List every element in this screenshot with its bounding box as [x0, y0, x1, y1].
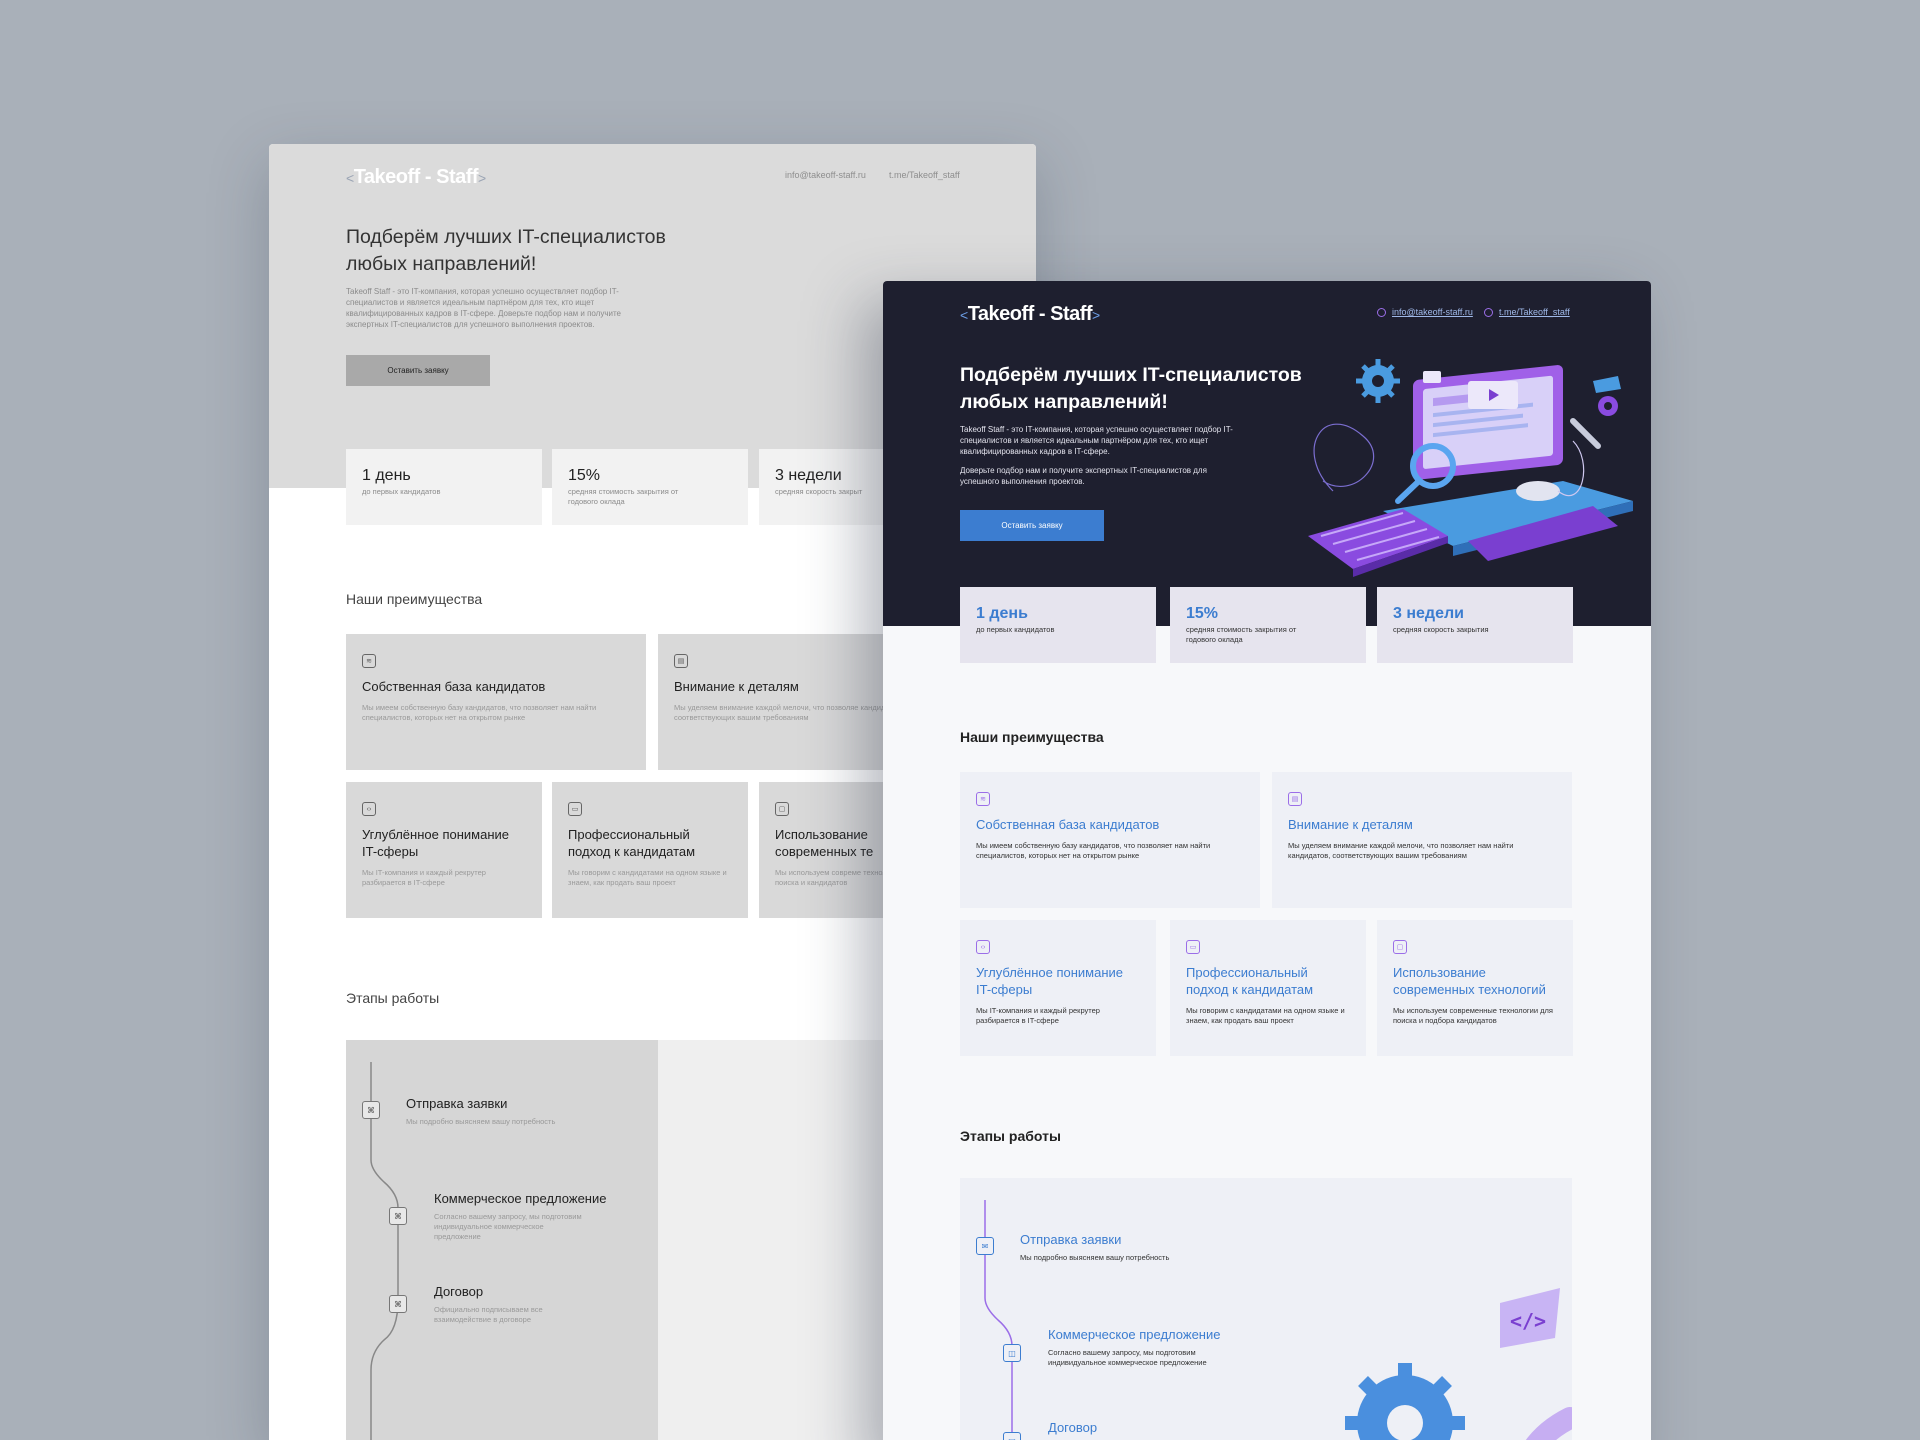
step-node-icon: ⌘ — [389, 1295, 407, 1313]
stat-card: 3 недели средняя скорость закрытия — [1377, 587, 1573, 663]
laptop-icon: ▢ — [1393, 940, 1407, 954]
advantage-card: ▭ Профессиональный подход к кандидатам М… — [1170, 920, 1366, 1056]
svg-text:</>: </> — [1510, 1309, 1546, 1333]
stage-step: Коммерческое предложение Согласно вашему… — [434, 1191, 607, 1241]
hero-title: Подберём лучших IT-специалистов любых на… — [346, 226, 666, 275]
telegram-icon — [1484, 307, 1493, 317]
step-node-icon: ⌘ — [389, 1207, 407, 1225]
advantages-title: Наши преимущества — [346, 591, 483, 607]
advantage-card: ▤ Внимание к деталям Мы уделяем внимание… — [1272, 772, 1572, 908]
database-icon: ≋ — [362, 654, 376, 668]
detail-icon: ▤ — [1288, 792, 1302, 806]
stage-step: Договор Официально подписываем все взаим… — [434, 1284, 543, 1324]
stage-step: Отправка заявки Мы подробно выясняем ваш… — [406, 1096, 556, 1126]
brand-logo[interactable]: <Takeoff - Staff> — [346, 166, 486, 189]
stage-step: Договор — [1048, 1420, 1098, 1435]
hero-description: Takeoff Staff - это IT-компания, которая… — [346, 287, 622, 329]
cta-button[interactable]: Оставить заявку — [960, 510, 1104, 541]
document-icon: ▤ — [1003, 1432, 1021, 1440]
stages-title: Этапы работы — [346, 990, 440, 1006]
code-icon: ‹› — [362, 802, 376, 816]
stat-card: 15% средняя стоимость закрытия от годовог… — [552, 449, 748, 525]
chat-icon: ◫ — [1003, 1344, 1021, 1362]
hero-description: Takeoff Staff - это IT-компания, которая… — [960, 425, 1233, 456]
advantage-card: ▢ Использование современных технологий М… — [1377, 920, 1573, 1056]
mail-icon: ✉ — [976, 1237, 994, 1255]
briefcase-icon: ▭ — [1186, 940, 1200, 954]
cta-button[interactable]: Оставить заявку — [346, 355, 490, 386]
advantage-card: ▭ Профессиональный подход к кандидатам М… — [552, 782, 748, 918]
final-design-page: <Takeoff - Staff> info@takeoff-staff.ru … — [883, 281, 1651, 1440]
stage-step: Отправка заявки Мы подробно выясняем ваш… — [1020, 1232, 1170, 1262]
stat-card: 15% средняя стоимость закрытия от годовог… — [1170, 587, 1366, 663]
telegram-link[interactable]: t.me/Takeoff_staff — [889, 170, 960, 180]
stat-card: 1 день до первых кандидатов — [346, 449, 542, 525]
advantage-card: ≋ Собственная база кандидатов Мы имеем с… — [960, 772, 1260, 908]
email-link[interactable]: info@takeoff-staff.ru — [785, 170, 866, 180]
brand-logo[interactable]: <Takeoff - Staff> — [960, 303, 1100, 326]
email-link[interactable]: info@takeoff-staff.ru — [1377, 307, 1473, 317]
advantage-card: ‹› Углублённое понимание IT-сферы Мы IT-… — [346, 782, 542, 918]
hero-description-2: Доверьте подбор нам и получите экспертны… — [960, 466, 1207, 486]
timeline-line: </> — [984, 1200, 1572, 1440]
email-icon — [1377, 307, 1386, 317]
step-node-icon: ⌘ — [362, 1101, 380, 1119]
advantages-title: Наши преимущества — [960, 729, 1104, 745]
advantage-card: ‹› Углублённое понимание IT-сферы Мы IT-… — [960, 920, 1156, 1056]
telegram-link[interactable]: t.me/Takeoff_staff — [1484, 307, 1570, 317]
computer-illustration — [1308, 359, 1633, 577]
laptop-icon: ▢ — [775, 802, 789, 816]
detail-icon: ▤ — [674, 654, 688, 668]
advantage-card: ≋ Собственная база кандидатов Мы имеем с… — [346, 634, 646, 770]
database-icon: ≋ — [976, 792, 990, 806]
briefcase-icon: ▭ — [568, 802, 582, 816]
stage-step: Коммерческое предложение Согласно вашему… — [1048, 1327, 1221, 1367]
stages-title: Этапы работы — [960, 1128, 1061, 1144]
stat-card: 1 день до первых кандидатов — [960, 587, 1156, 663]
code-icon: ‹› — [976, 940, 990, 954]
